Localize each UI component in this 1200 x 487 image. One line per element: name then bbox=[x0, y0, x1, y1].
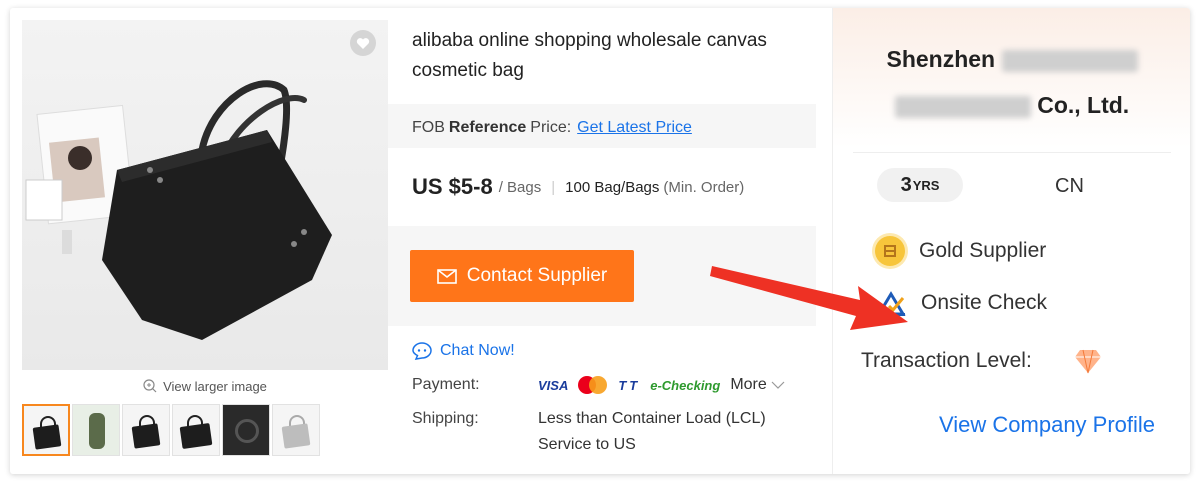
company-card: Shenzhen Co., Ltd. 3 YRS CN Gold Supplier bbox=[832, 8, 1190, 474]
diamond-icon bbox=[1074, 349, 1101, 374]
shipping-row: Shipping: Less than Container Load (LCL)… bbox=[412, 410, 792, 458]
product-info-column: alibaba online shopping wholesale canvas… bbox=[388, 8, 816, 474]
product-listing-frame: View larger image alibaba online shoppin… bbox=[10, 8, 1190, 474]
fob-suffix: Price: bbox=[530, 119, 572, 136]
view-larger-label: View larger image bbox=[163, 378, 267, 394]
years-suffix: YRS bbox=[912, 177, 940, 193]
fob-price-row: FOB Reference Price: Get Latest Price bbox=[388, 108, 816, 148]
thumbnail-2[interactable] bbox=[72, 404, 120, 456]
thumbnail-4[interactable] bbox=[172, 404, 220, 456]
main-product-image[interactable] bbox=[22, 20, 388, 370]
shipping-line-1: Less than Container Load (LCL) bbox=[538, 410, 766, 427]
envelope-icon bbox=[436, 268, 457, 284]
company-name-last: Co., Ltd. bbox=[1037, 92, 1130, 118]
company-name[interactable]: Shenzhen Co., Ltd. bbox=[833, 36, 1190, 128]
price-unit: / Bags bbox=[498, 178, 542, 196]
tote-bag-image bbox=[25, 80, 332, 340]
view-larger-link[interactable]: View larger image bbox=[22, 376, 388, 396]
years-badge: 3 YRS bbox=[877, 168, 963, 202]
mastercard-icon bbox=[578, 376, 608, 394]
redacted-name-part-2 bbox=[894, 95, 1031, 118]
payment-methods: VISA TT e-Checking More bbox=[538, 376, 785, 394]
view-company-profile-link[interactable]: View Company Profile bbox=[939, 412, 1155, 438]
chevron-down-icon bbox=[771, 381, 785, 389]
zoom-in-icon bbox=[143, 379, 157, 393]
min-order-qty: 100 Bag/Bags bbox=[565, 178, 660, 196]
favorite-heart-button[interactable] bbox=[350, 30, 376, 56]
contact-area: Contact Supplier bbox=[388, 230, 816, 324]
product-title: alibaba online shopping wholesale canvas… bbox=[388, 8, 816, 104]
transaction-level-label: Transaction Level: bbox=[861, 349, 1032, 372]
fob-prefix: FOB bbox=[412, 119, 445, 136]
contact-supplier-button[interactable]: Contact Supplier bbox=[410, 250, 634, 302]
product-gallery: View larger image bbox=[22, 20, 388, 460]
chat-now-label: Chat Now! bbox=[440, 342, 515, 359]
years-number: 3 bbox=[900, 173, 912, 196]
price-value: US $5-8 bbox=[412, 174, 493, 199]
visa-logo: VISA bbox=[538, 377, 569, 393]
onsite-check-label: Onsite Check bbox=[921, 291, 1048, 314]
shipping-label: Shipping: bbox=[412, 410, 479, 427]
shipping-value: Less than Container Load (LCL) Service t… bbox=[538, 406, 766, 458]
tt-logo: TT bbox=[618, 377, 641, 393]
get-latest-price-link[interactable]: Get Latest Price bbox=[577, 119, 692, 137]
contact-supplier-label: Contact Supplier bbox=[466, 265, 608, 286]
trade-info: Chat Now! Payment: VISA TT e-Checking Mo… bbox=[388, 326, 816, 474]
chat-bubble-icon bbox=[412, 342, 432, 360]
company-name-first: Shenzhen bbox=[886, 46, 996, 72]
heart-icon bbox=[356, 37, 370, 49]
onsite-check-badge[interactable]: Onsite Check bbox=[875, 288, 1047, 318]
min-order-note: (Min. Order) bbox=[663, 178, 745, 196]
country-code: CN bbox=[1055, 175, 1084, 197]
gold-medal-icon bbox=[875, 236, 905, 266]
gold-supplier-badge[interactable]: Gold Supplier bbox=[875, 236, 1046, 266]
price-row: US $5-8 / Bags | 100 Bag/Bags (Min. Orde… bbox=[388, 148, 816, 226]
shipping-line-2: Service to US bbox=[538, 436, 636, 453]
fob-bold: Reference bbox=[448, 119, 527, 136]
thumbnail-1[interactable] bbox=[22, 404, 70, 456]
payment-row: Payment: VISA TT e-Checking More bbox=[412, 376, 792, 394]
thumbnail-6[interactable] bbox=[272, 404, 320, 456]
more-payment-dropdown[interactable]: More bbox=[730, 376, 785, 394]
payment-label: Payment: bbox=[412, 376, 480, 393]
price-separator: | bbox=[551, 178, 556, 196]
transaction-level-row: Transaction Level: bbox=[861, 348, 1102, 374]
thumbnail-5[interactable] bbox=[222, 404, 270, 456]
echecking-logo: e-Checking bbox=[650, 377, 721, 393]
thumbnail-3[interactable] bbox=[122, 404, 170, 456]
chat-now-link[interactable]: Chat Now! bbox=[412, 342, 792, 360]
redacted-name-part bbox=[1001, 49, 1138, 72]
card-divider bbox=[853, 152, 1171, 153]
gold-supplier-label: Gold Supplier bbox=[919, 239, 1047, 262]
thumbnail-strip bbox=[22, 404, 388, 458]
onsite-check-icon bbox=[876, 291, 906, 316]
more-label: More bbox=[730, 376, 767, 393]
